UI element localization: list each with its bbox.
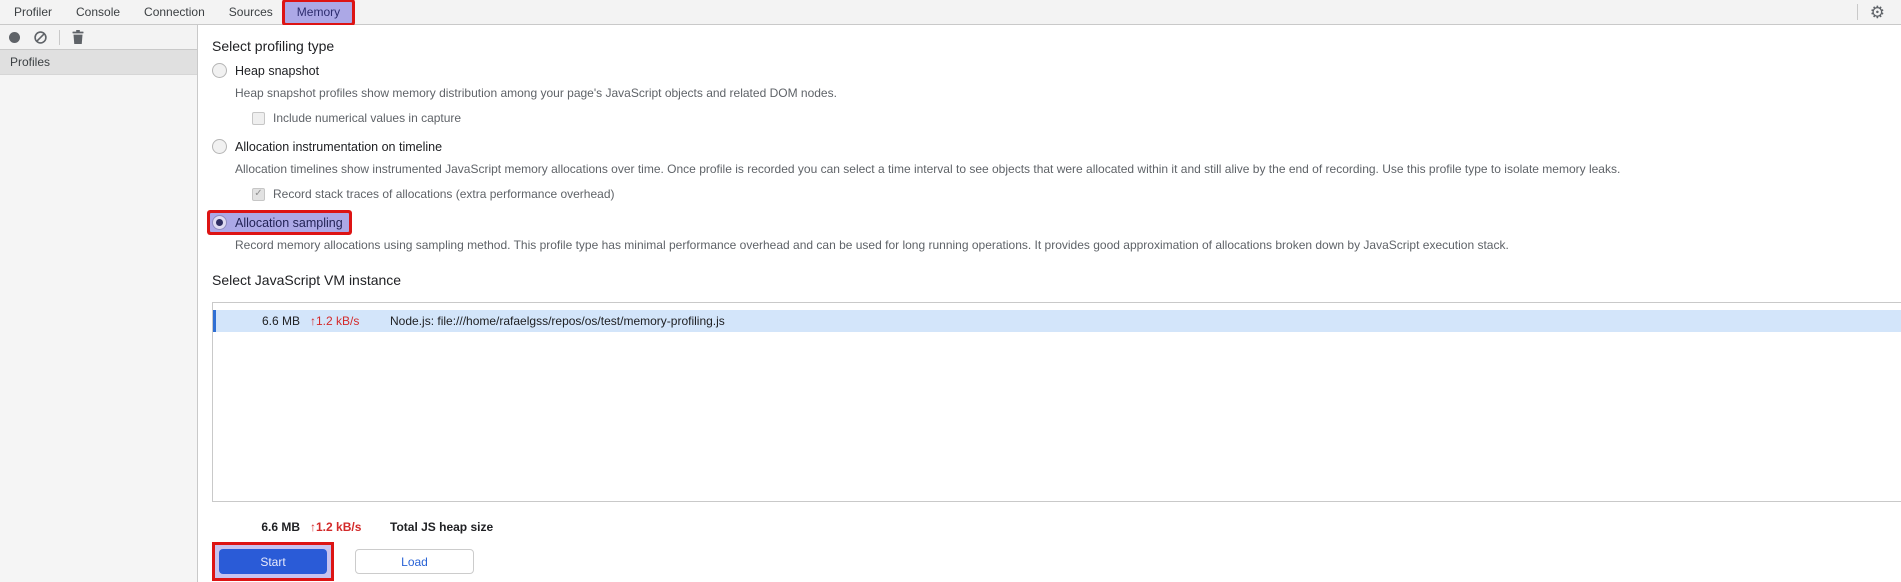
memory-panel-main: Select profiling type Heap snapshot Heap…	[198, 25, 1901, 582]
toolbar-divider	[59, 29, 60, 45]
vm-instance-name: Node.js: file:///home/rafaelgss/repos/os…	[390, 314, 725, 328]
option-description: Heap snapshot profiles show memory distr…	[235, 86, 837, 100]
checkbox-label: Record stack traces of allocations (extr…	[273, 187, 615, 201]
option-description: Allocation timelines show instrumented J…	[235, 162, 1621, 176]
option-label: Allocation instrumentation on timeline	[235, 139, 443, 154]
profiling-type-heading: Select profiling type	[212, 38, 335, 54]
toolbar-divider	[1856, 4, 1858, 20]
record-stack-traces-option[interactable]: Record stack traces of allocations (extr…	[252, 187, 1901, 201]
heap-total-footer: 6.6 MB ↑1.2 kB/s Total JS heap size	[212, 520, 1901, 534]
option-description: Record memory allocations using sampling…	[235, 238, 1509, 252]
radio-allocation-sampling[interactable]	[212, 215, 227, 230]
vm-heap-size: 6.6 MB	[261, 314, 300, 328]
option-label: Allocation sampling	[235, 215, 343, 230]
gear-icon[interactable]: ⚙	[1870, 4, 1885, 21]
checkbox-label: Include numerical values in capture	[273, 111, 462, 125]
total-heap-label: Total JS heap size	[390, 520, 494, 534]
profiles-section-header: Profiles	[0, 50, 197, 75]
tab-profiler[interactable]: Profiler	[2, 2, 64, 23]
action-buttons: Start Load	[212, 542, 1901, 581]
profiles-toolbar	[0, 25, 197, 50]
option-allocation-sampling-head[interactable]: Allocation sampling	[210, 213, 349, 232]
tab-list: Profiler Console Connection Sources Memo…	[0, 0, 353, 24]
record-icon[interactable]	[9, 31, 20, 43]
tab-memory[interactable]: Memory	[284, 1, 353, 23]
option-label: Heap snapshot	[235, 63, 320, 78]
include-numerical-values-option[interactable]: Include numerical values in capture	[252, 111, 1901, 125]
tab-sources[interactable]: Sources	[217, 2, 285, 23]
trash-icon[interactable]	[72, 30, 84, 44]
tabbar-right-controls: ⚙	[1856, 4, 1901, 21]
option-allocation-timeline: Allocation instrumentation on timeline A…	[212, 139, 1901, 201]
tab-bar: Profiler Console Connection Sources Memo…	[0, 0, 1901, 25]
option-allocation-timeline-head[interactable]: Allocation instrumentation on timeline	[212, 139, 442, 154]
devtools-memory-panel: Profiler Console Connection Sources Memo…	[0, 0, 1901, 582]
total-allocation-rate: ↑1.2 kB/s	[310, 520, 362, 534]
radio-allocation-timeline[interactable]	[212, 139, 227, 154]
start-button[interactable]: Start	[219, 549, 327, 574]
profiles-sidebar: Profiles	[0, 25, 198, 582]
clear-icon[interactable]	[34, 30, 47, 44]
option-heap-snapshot-head[interactable]: Heap snapshot	[212, 63, 319, 78]
vm-instance-row[interactable]: 6.6 MB ↑1.2 kB/s Node.js: file:///home/r…	[213, 310, 1901, 332]
option-heap-snapshot: Heap snapshot Heap snapshot profiles sho…	[212, 63, 1901, 125]
record-stack-traces-checkbox[interactable]	[252, 187, 265, 201]
radio-heap-snapshot[interactable]	[212, 63, 227, 78]
vm-allocation-rate: ↑1.2 kB/s	[310, 314, 360, 328]
vm-instance-list: 6.6 MB ↑1.2 kB/s Node.js: file:///home/r…	[212, 302, 1901, 502]
vm-instance-heading: Select JavaScript VM instance	[212, 272, 402, 288]
start-button-annotation: Start	[212, 542, 334, 581]
tab-connection[interactable]: Connection	[132, 2, 217, 23]
total-heap-size: 6.6 MB	[261, 520, 300, 534]
option-allocation-sampling: Allocation sampling Record memory alloca…	[210, 213, 1901, 252]
tab-console[interactable]: Console	[64, 2, 132, 23]
load-button[interactable]: Load	[355, 549, 474, 574]
include-numerical-values-checkbox[interactable]	[252, 111, 265, 125]
